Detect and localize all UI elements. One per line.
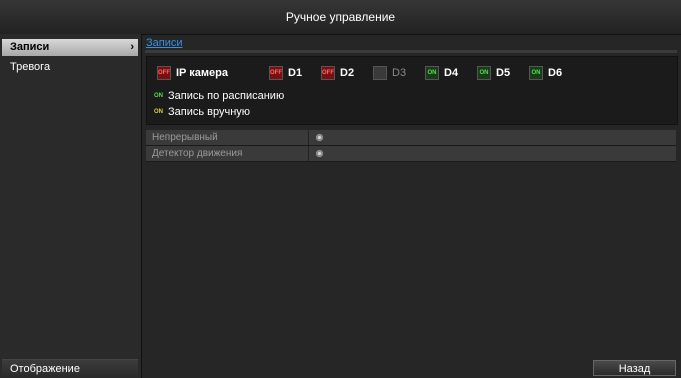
record-status-icon: OFF [157,66,171,80]
sidebar-item-label: Отображение [10,363,80,375]
legend-text: Запись вручную [168,105,251,118]
column-divider [308,130,309,145]
sidebar-item-alarm[interactable]: Тревога [2,59,138,76]
column-divider [308,146,309,161]
record-status-icon: ON [477,66,491,80]
mode-table: Непрерывный Детектор движения [146,130,676,162]
mode-row-continuous[interactable]: Непрерывный [146,130,676,146]
channel-d2[interactable]: OFF D2 [321,66,354,80]
record-status-icon: ON [425,66,439,80]
channel-d4[interactable]: ON D4 [425,66,458,80]
sidebar-item-label: Тревога [10,61,51,73]
channel-label: IP камера [176,67,228,79]
radio-button[interactable] [316,150,323,157]
chevron-right-icon: › [130,41,134,53]
app-window: Ручное управление Записи › Тревога Отобр… [0,0,681,378]
record-status-icon: OFF [321,66,335,80]
window-title: Ручное управление [0,0,681,35]
breadcrumb[interactable]: Записи [146,37,183,49]
sidebar-item-records[interactable]: Записи › [2,39,138,56]
mode-label: Непрерывный [152,132,218,143]
channel-label: D2 [340,67,355,79]
channel-label: D6 [548,67,563,79]
record-status-icon: OFF [269,66,283,80]
record-status-icon: ON [529,66,543,80]
content-area [146,163,676,358]
channel-label: D5 [496,67,511,79]
legend-text: Запись по расписанию [168,89,285,102]
radio-button[interactable] [316,134,323,141]
channel-d1[interactable]: OFF D1 [269,66,302,80]
sidebar-item-label: Записи [10,41,50,53]
channel-label: D1 [288,67,303,79]
breadcrumb-divider [145,50,677,53]
channel-label: D4 [444,67,459,79]
on-indicator-icon: ON [154,108,163,115]
channel-ip-camera[interactable]: OFF IP камера [157,66,228,80]
mode-row-motion[interactable]: Детектор движения [146,146,676,162]
channel-label: D3 [392,67,407,79]
record-status-icon [373,66,387,80]
back-button[interactable]: Назад [593,360,676,376]
on-indicator-icon: ON [154,92,163,99]
channel-d5[interactable]: ON D5 [477,66,510,80]
sidebar-item-display[interactable]: Отображение [2,359,138,377]
legend-scheduled: ON Запись по расписанию [154,89,284,102]
mode-label: Детектор движения [152,148,243,159]
sidebar: Записи › Тревога Отображение [0,34,142,378]
channel-d3[interactable]: D3 [373,66,406,80]
legend-manual: ON Запись вручную [154,105,250,118]
channel-d6[interactable]: ON D6 [529,66,562,80]
